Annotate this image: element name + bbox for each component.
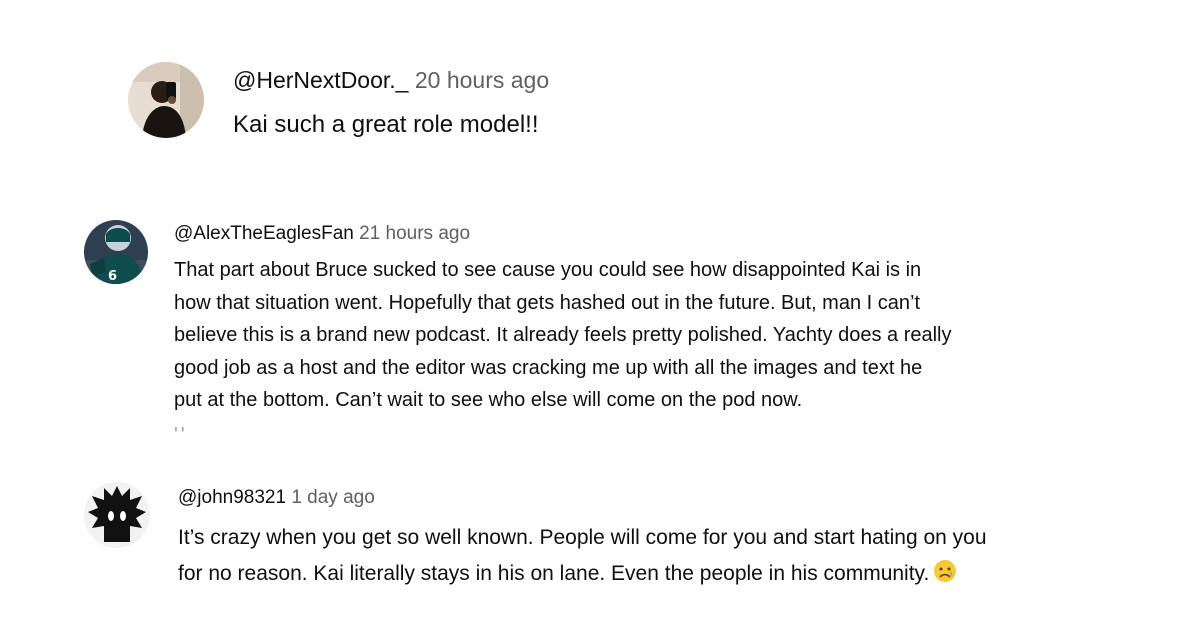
comment-text-line-content: for no reason. Kai literally stays in hi… [178,562,930,585]
avatar[interactable]: 6 [84,220,148,284]
comment-text: Kai such a great role model!! [233,110,539,140]
comment-timestamp[interactable]: 21 hours ago [359,223,470,244]
author-handle[interactable]: @john98321 [178,487,286,508]
sad-tear-emoji-icon [933,559,957,595]
comment-text-line: how that situation went. Hopefully that … [174,291,921,314]
comment-text-line: for no reason. Kai literally stays in hi… [178,556,987,595]
spiky-silhouette-avatar-image [84,482,150,548]
comment-meta: @AlexTheEaglesFan 21 hours ago [174,222,470,246]
comment-text-line: put at the bottom. Can’t wait to see who… [174,389,803,412]
truncated-text-fade: ʹʹ · · [174,418,294,432]
comment-timestamp[interactable]: 20 hours ago [415,67,549,93]
comment-text-line: Kai such a great role model!! [233,111,539,138]
avatar[interactable] [128,62,204,138]
selfie-avatar-image [128,62,204,138]
comment-text: That part about Bruce sucked to see caus… [174,254,951,417]
comment-timestamp[interactable]: 1 day ago [291,487,374,508]
author-handle[interactable]: @HerNextDoor._ [233,67,408,93]
comment-text-line: It’s crazy when you get so well known. P… [178,526,987,549]
avatar[interactable] [84,482,150,548]
jersey-number: 6 [108,269,117,284]
comment-text: It’s crazy when you get so well known. P… [178,520,987,595]
comment-text-line: That part about Bruce sucked to see caus… [174,259,922,281]
eagles-player-avatar-image: 6 [84,220,148,284]
author-handle[interactable]: @AlexTheEaglesFan [174,223,354,244]
comment-meta: @john98321 1 day ago [178,486,375,510]
comment-text-line: good job as a host and the editor was cr… [174,356,923,379]
comment-text-line: believe this is a brand new podcast. It … [174,324,952,347]
comment-meta: @HerNextDoor._ 20 hours ago [233,66,549,94]
